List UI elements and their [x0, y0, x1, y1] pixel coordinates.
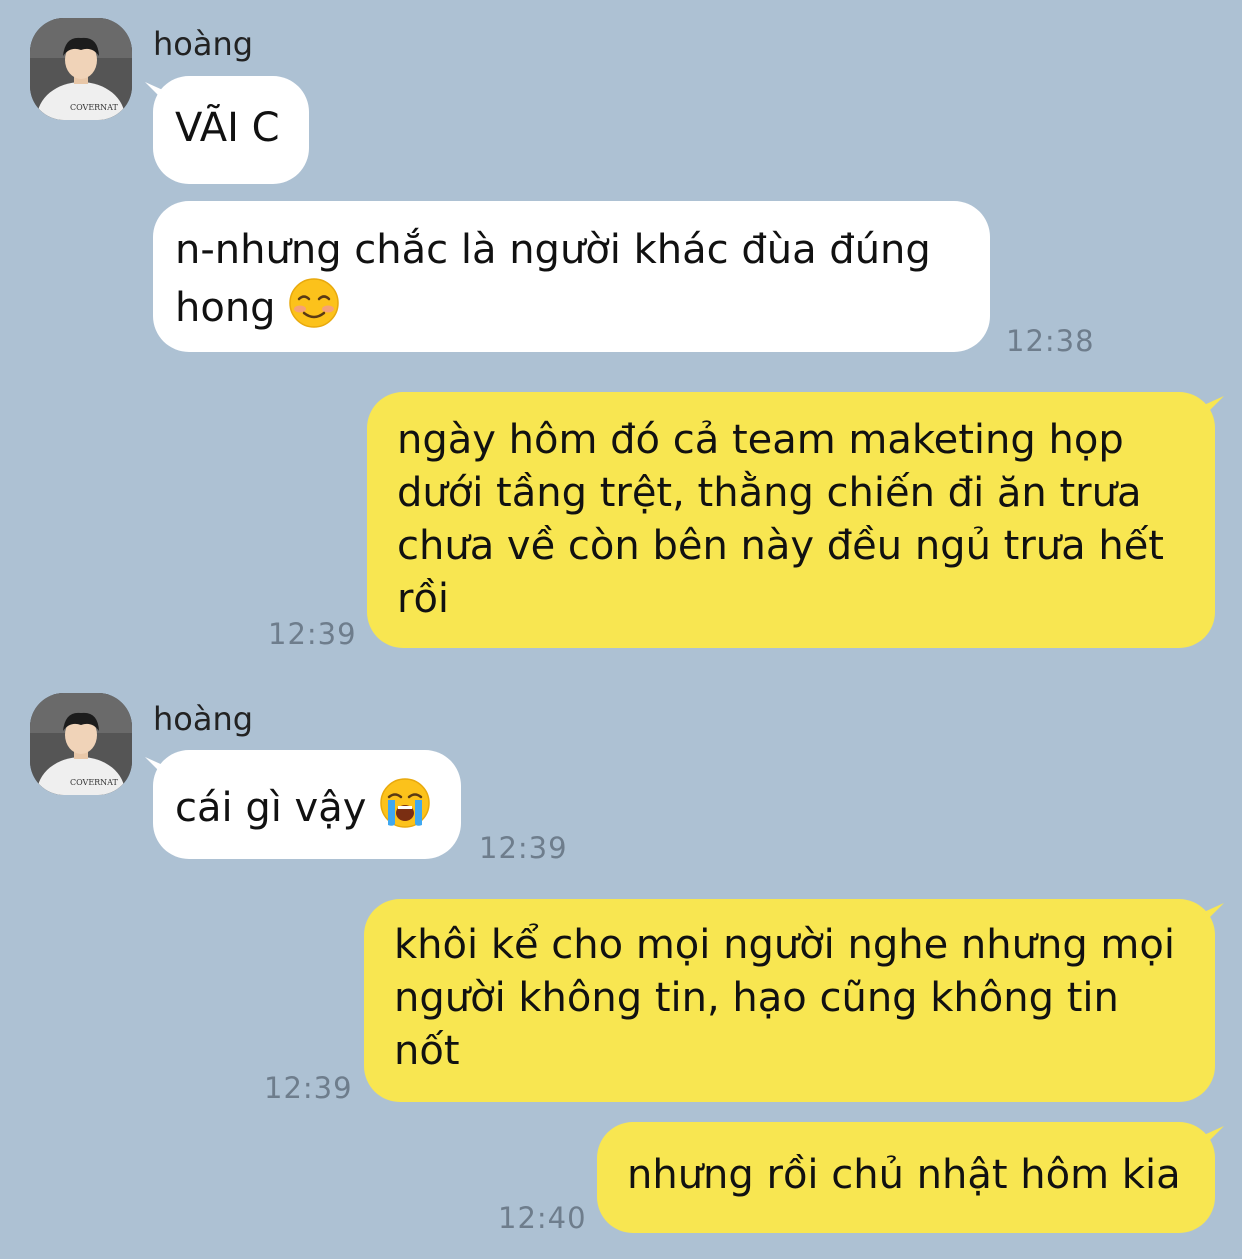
loudly-crying-face-icon: [379, 777, 431, 829]
bubble-tail: [1202, 1126, 1224, 1148]
message-bubble-outgoing[interactable]: ngày hôm đó cả team maketing họp dưới tầ…: [367, 392, 1215, 648]
message-text: VÃI C: [175, 105, 280, 151]
avatar[interactable]: COVERNAT: [30, 18, 132, 120]
message-text: khôi kể cho mọi người nghe nhưng mọi ngư…: [394, 922, 1175, 1074]
message-timestamp: 12:39: [268, 617, 357, 651]
message-bubble-outgoing[interactable]: khôi kể cho mọi người nghe nhưng mọi ngư…: [364, 899, 1215, 1102]
message-text: cái gì vậy: [175, 785, 367, 831]
message-timestamp: 12:39: [479, 831, 568, 865]
message-text: ngày hôm đó cả team maketing họp dưới tầ…: [397, 417, 1164, 622]
svg-text:COVERNAT: COVERNAT: [70, 103, 119, 112]
message-timestamp: 12:39: [264, 1071, 353, 1105]
message-bubble-incoming[interactable]: cái gì vậy: [153, 750, 461, 859]
avatar[interactable]: COVERNAT: [30, 693, 132, 795]
message-bubble-outgoing[interactable]: nhưng rồi chủ nhật hôm kia: [597, 1122, 1215, 1233]
message-bubble-incoming[interactable]: VÃI C: [153, 76, 309, 184]
sender-name: hoàng: [153, 25, 254, 63]
message-text: nhưng rồi chủ nhật hôm kia: [627, 1152, 1181, 1198]
message-timestamp: 12:38: [1006, 324, 1095, 358]
sender-name: hoàng: [153, 700, 254, 738]
message-bubble-incoming[interactable]: n-nhưng chắc là người khác đùa đúng hong: [153, 201, 990, 352]
message-timestamp: 12:40: [498, 1201, 587, 1235]
svg-text:COVERNAT: COVERNAT: [70, 778, 119, 787]
smiling-face-icon: [288, 277, 340, 329]
